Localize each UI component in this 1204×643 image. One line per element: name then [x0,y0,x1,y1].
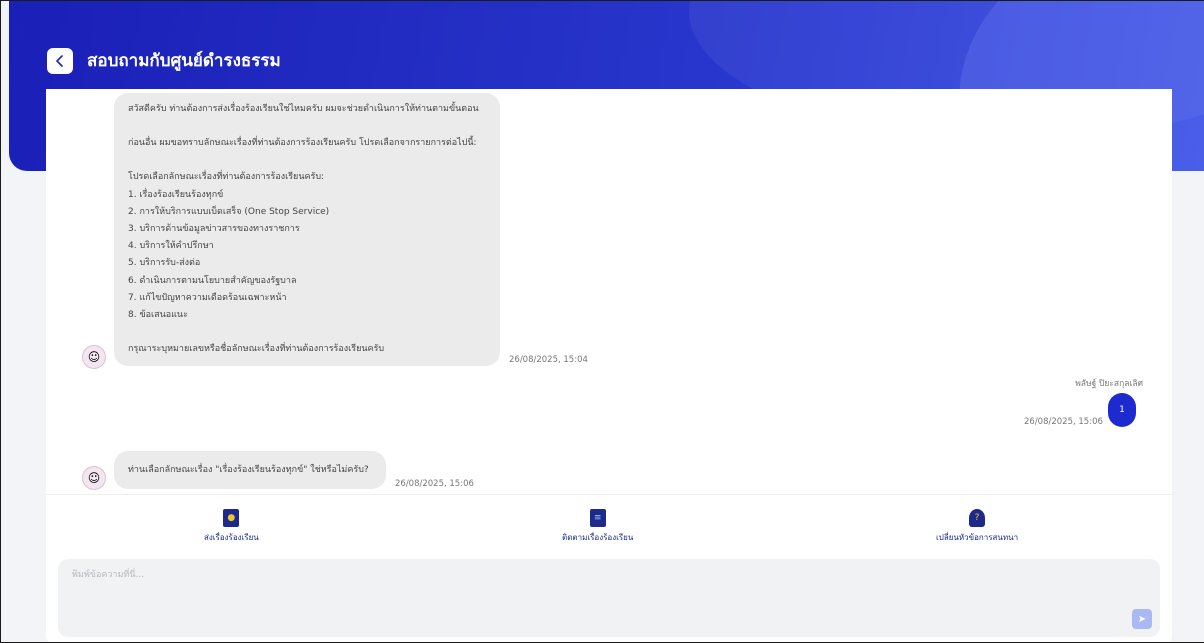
message-timestamp: 26/08/2025, 15:04 [509,355,588,365]
chat-messages[interactable]: สวัสดีครับ ท่านต้องการส่งเรื่องร้องเรียน… [46,89,1172,494]
message-line: สวัสดีครับ ท่านต้องการส่งเรื่องร้องเรียน… [128,104,479,114]
message-line: กรุณาระบุหมายเลขหรือชื่อลักษณะเรื่องที่ท… [128,344,385,355]
user-message: 1 [1108,393,1136,427]
message-line: 3. บริการด้านข้อมูลข่าวสารของทางราชการ [128,224,300,235]
user-question-icon: ? [969,509,986,527]
bot-message: สวัสดีครับ ท่านต้องการส่งเรื่องร้องเรียน… [114,93,500,366]
message-composer: ➤ [58,559,1160,637]
message-timestamp: 26/08/2025, 15:06 [395,479,474,489]
quick-actions-bar: ● ส่งเรื่องร้องเรียน ≡ ติดตามเรื่องร้องเ… [46,494,1172,557]
page-header: สอบถามกับศูนย์ดำรงธรรม [47,47,281,74]
message-line: 7. แก้ไขปัญหาความเดือดร้อนเฉพาะหน้า [128,292,287,303]
message-timestamp: 26/08/2025, 15:06 [1024,417,1103,427]
user-name: พลัษฐ์ ปิยะสกุลเลิศ [1075,379,1143,389]
back-button[interactable] [47,47,73,74]
user-message-text: 1 [1119,405,1125,415]
change-topic-label: เปลี่ยนหัวข้อการสนทนา [936,533,1019,542]
message-line: 5. บริการรับ-ส่งต่อ [128,258,201,269]
submit-complaint-button[interactable]: ● ส่งเรื่องร้องเรียน [204,509,259,544]
chevron-left-icon [56,54,63,67]
bot-avatar-icon: ☺ [87,471,101,485]
message-line: 4. บริการให้คำปรึกษา [128,241,214,252]
bot-avatar: ☺ [82,466,106,490]
message-line: ท่านเลือกลักษณะเรื่อง "เรื่องร้องเรียนร้… [128,465,369,475]
message-line: 8. ข้อเสนอแนะ [128,310,188,321]
page-title: สอบถามกับศูนย์ดำรงธรรม [87,51,281,71]
message-line [128,118,486,135]
message-line [128,324,486,341]
complaint-document-icon: ● [223,509,240,527]
message-line [128,152,486,169]
bot-message: ท่านเลือกลักษณะเรื่อง "เรื่องร้องเรียนร้… [114,451,386,489]
message-line: 6. ดำเนินการตามนโยบายสำคัญของรัฐบาล [128,275,297,286]
checklist-icon: ≡ [589,509,606,527]
message-line: 2. การให้บริการแบบเบ็ดเสร็จ (One Stop Se… [128,206,330,217]
bot-avatar: ☺ [82,345,106,369]
app-frame: สอบถามกับศูนย์ดำรงธรรม สวัสดีครับ ท่านต้… [0,0,1204,643]
submit-complaint-label: ส่งเรื่องร้องเรียน [204,533,259,542]
track-complaint-label: ติดตามเรื่องร้องเรียน [562,533,634,542]
message-input[interactable] [58,559,1160,637]
change-topic-button[interactable]: ? เปลี่ยนหัวข้อการสนทนา [936,509,1018,544]
track-complaint-button[interactable]: ≡ ติดตามเรื่องร้องเรียน [562,509,633,544]
send-button[interactable]: ➤ [1132,609,1152,629]
message-line: ก่อนอื่น ผมขอทราบลักษณะเรื่องที่ท่านต้อง… [128,138,477,149]
send-icon: ➤ [1137,613,1147,625]
chat-card: สวัสดีครับ ท่านต้องการส่งเรื่องร้องเรียน… [46,89,1172,642]
message-line: โปรดเลือกลักษณะเรื่องที่ท่านต้องการร้องเ… [128,172,325,183]
bot-avatar-icon: ☺ [87,350,101,364]
message-line: 1. เรื่องร้องเรียนร้องทุกข์ [128,189,224,200]
